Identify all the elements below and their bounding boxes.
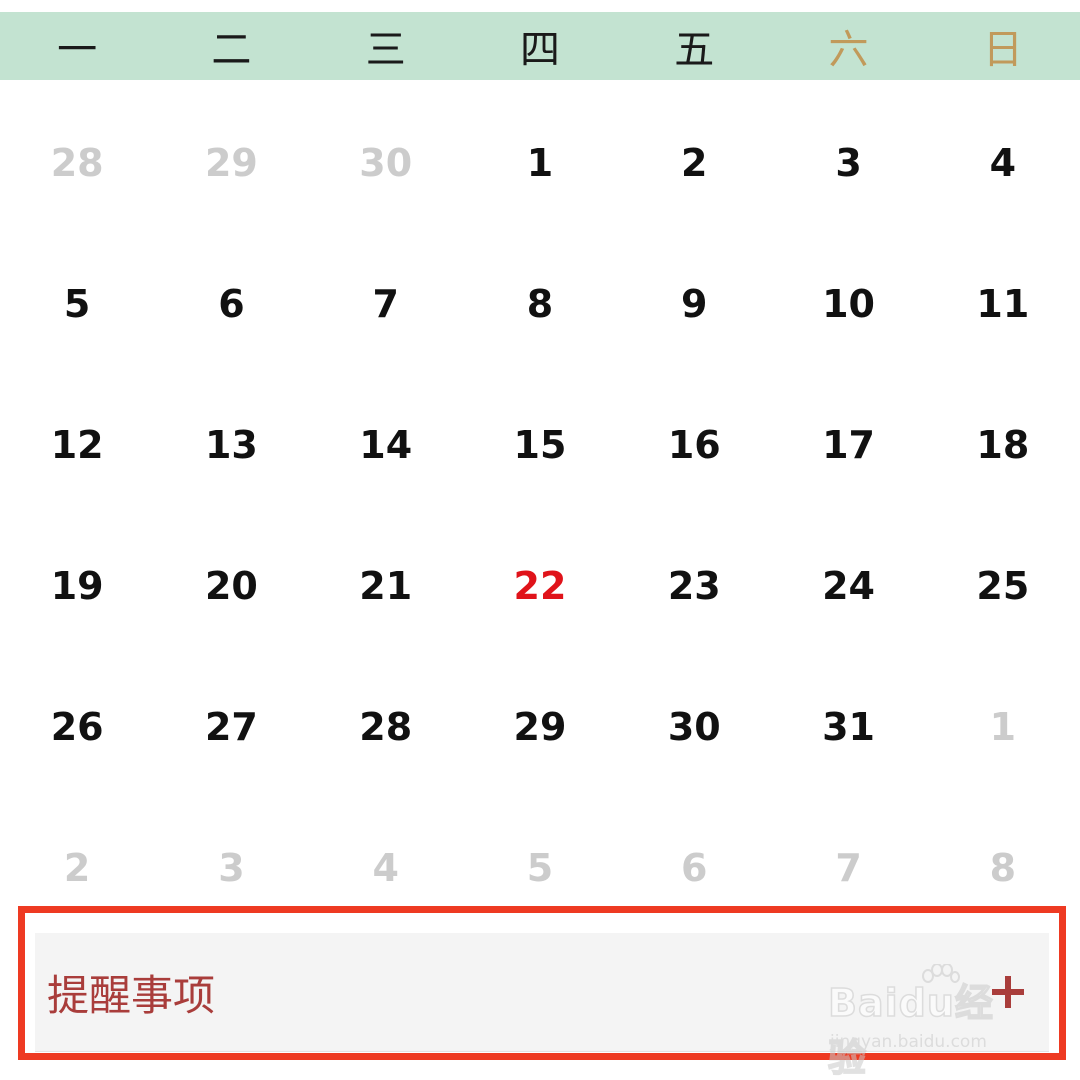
day-cell[interactable]: 13	[154, 374, 308, 515]
day-cell-other-month[interactable]: 1	[926, 656, 1080, 797]
calendar-page: 一 二 三 四 五 六 日 28 29 30 1 2 3 4 5 6 7 8 9 10 11 12 13 14 1…	[0, 0, 1080, 1080]
day-cell[interactable]: 21	[309, 515, 463, 656]
day-cell[interactable]: 27	[154, 656, 308, 797]
day-cell[interactable]: 8	[463, 233, 617, 374]
day-cell[interactable]: 5	[0, 233, 154, 374]
day-cell[interactable]: 11	[926, 233, 1080, 374]
day-cell[interactable]: 10	[771, 233, 925, 374]
weekday-label: 三	[365, 27, 406, 73]
weekday-label: 二	[211, 27, 252, 73]
add-reminder-button[interactable]	[983, 967, 1033, 1017]
day-cell-other-month[interactable]: 29	[154, 92, 308, 233]
day-cell[interactable]: 14	[309, 374, 463, 515]
weekday-label: 四	[519, 27, 560, 73]
weekday-label-weekend: 六	[828, 27, 869, 73]
day-cell[interactable]: 20	[154, 515, 308, 656]
day-cell-other-month[interactable]: 28	[0, 92, 154, 233]
day-cell[interactable]: 18	[926, 374, 1080, 515]
weekday-label-weekend: 日	[982, 27, 1023, 73]
day-cell-other-month[interactable]: 30	[309, 92, 463, 233]
day-cell[interactable]: 24	[771, 515, 925, 656]
day-cell[interactable]: 15	[463, 374, 617, 515]
month-day-grid: 28 29 30 1 2 3 4 5 6 7 8 9 10 11 12 13 14 15 16 17 18 19 20 21 2…	[0, 92, 1080, 938]
weekday-label: 一	[57, 27, 98, 73]
day-cell[interactable]: 2	[617, 92, 771, 233]
reminder-highlight-box: 提醒事项	[18, 906, 1066, 1060]
day-cell[interactable]: 4	[926, 92, 1080, 233]
day-cell[interactable]: 3	[771, 92, 925, 233]
day-cell[interactable]: 16	[617, 374, 771, 515]
day-cell[interactable]: 31	[771, 656, 925, 797]
day-cell[interactable]: 26	[0, 656, 154, 797]
day-cell[interactable]: 17	[771, 374, 925, 515]
day-cell[interactable]: 6	[154, 233, 308, 374]
day-cell[interactable]: 12	[0, 374, 154, 515]
day-cell[interactable]: 7	[309, 233, 463, 374]
day-cell[interactable]: 28	[309, 656, 463, 797]
day-cell-today[interactable]: 22	[463, 515, 617, 656]
weekday-label: 五	[674, 27, 715, 73]
plus-icon	[992, 976, 1024, 1008]
day-cell[interactable]: 25	[926, 515, 1080, 656]
day-cell[interactable]: 1	[463, 92, 617, 233]
day-cell[interactable]: 29	[463, 656, 617, 797]
day-cell[interactable]: 9	[617, 233, 771, 374]
day-cell[interactable]: 30	[617, 656, 771, 797]
weekday-header: 一 二 三 四 五 六 日	[0, 12, 1080, 80]
reminder-title: 提醒事项	[47, 970, 216, 1020]
day-cell[interactable]: 19	[0, 515, 154, 656]
reminder-row[interactable]: 提醒事项	[35, 933, 1049, 1052]
day-cell[interactable]: 23	[617, 515, 771, 656]
